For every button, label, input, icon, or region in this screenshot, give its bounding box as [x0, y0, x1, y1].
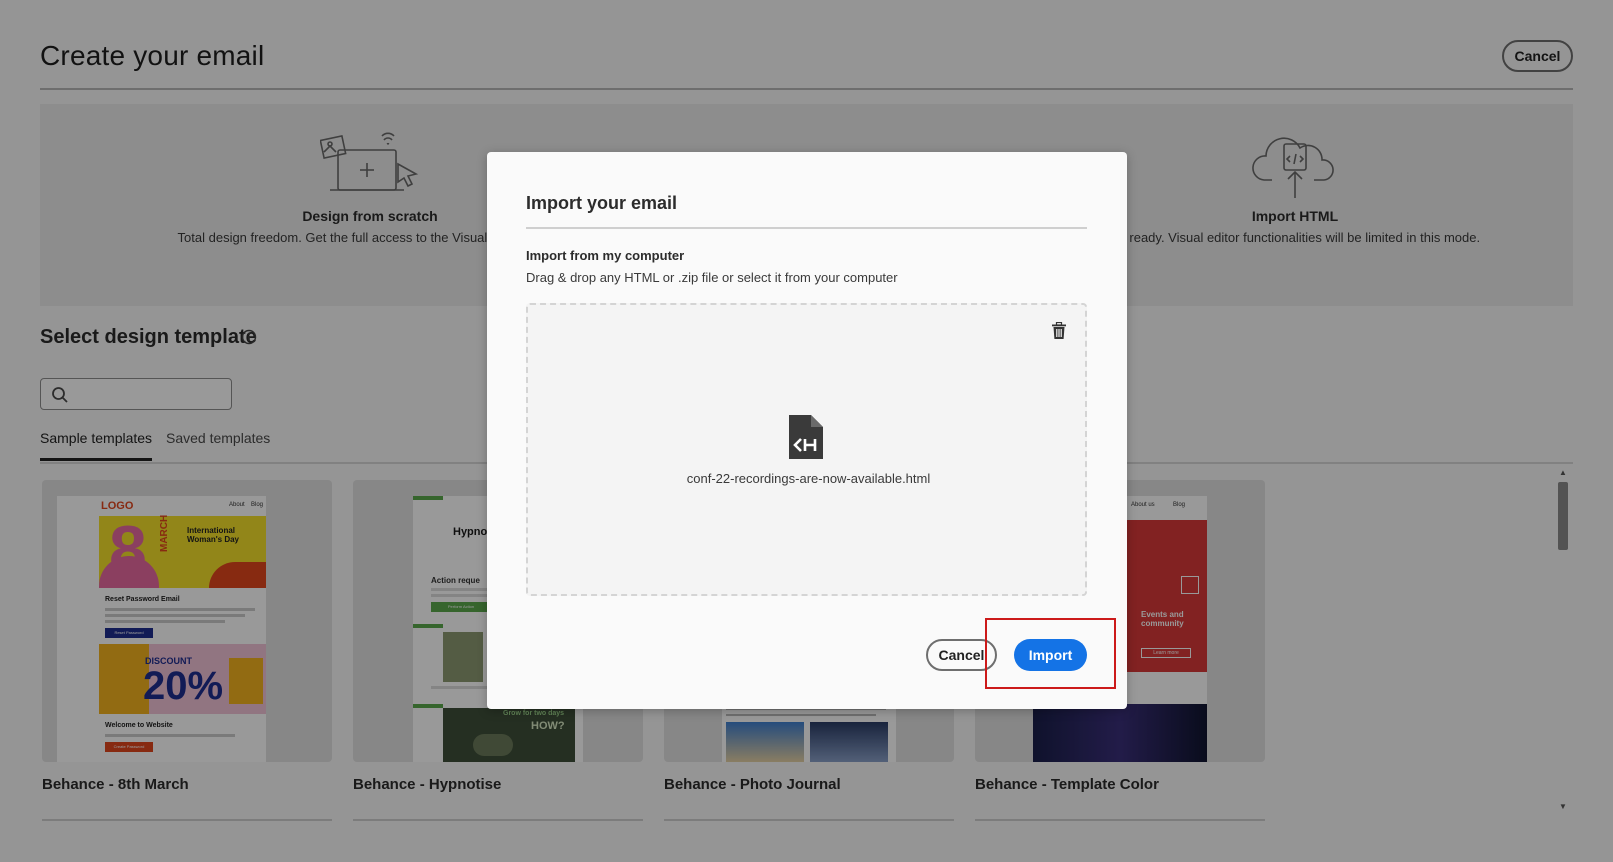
dialog-divider: [526, 227, 1087, 229]
dialog-title: Import your email: [526, 193, 678, 213]
delete-file-button[interactable]: [1047, 319, 1071, 343]
trash-icon: [1052, 322, 1066, 339]
dialog-subtitle: Import from my computer: [526, 248, 685, 263]
file-dropzone[interactable]: conf-22-recordings-are-now-available.htm…: [526, 303, 1087, 596]
file-name: conf-22-recordings-are-now-available.htm…: [686, 471, 931, 486]
dialog-description: Drag & drop any HTML or .zip file or sel…: [526, 270, 898, 285]
html-file-icon: [789, 415, 823, 459]
import-button-highlight: [985, 618, 1116, 689]
